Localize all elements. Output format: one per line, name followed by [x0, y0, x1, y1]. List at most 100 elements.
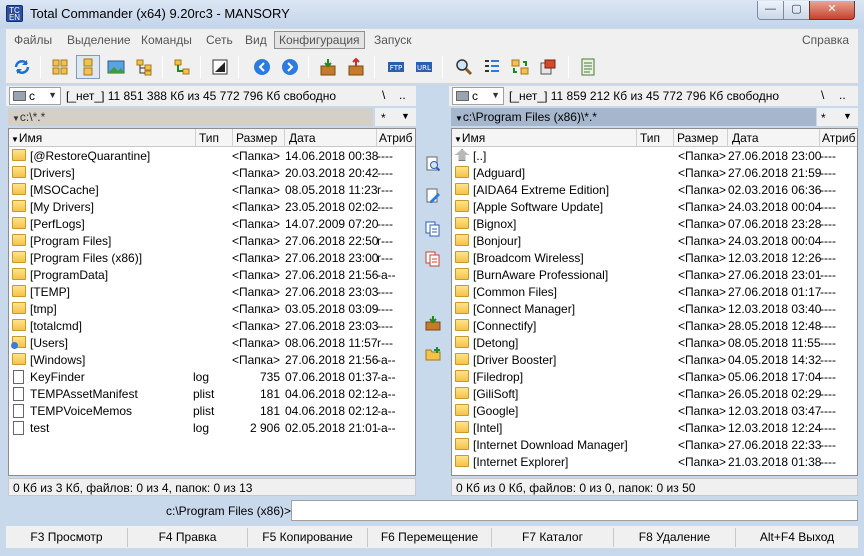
maximize-button[interactable]: ▢ [783, 1, 810, 20]
url-icon[interactable]: URL [412, 55, 436, 79]
multi-rename-icon[interactable] [480, 55, 504, 79]
col-attr[interactable]: Атриб [379, 131, 413, 145]
left-up-button[interactable]: .. [399, 88, 406, 102]
table-row[interactable]: [@RestoreQuarantine] <Папка> 14.06.2018 00… [9, 148, 415, 165]
table-row[interactable]: [Broadcom Wireless] <Папка> 12.03.2018 12:… [452, 250, 857, 267]
table-row[interactable]: [Internet Explorer] <Папка> 21.03.2018 01:… [452, 454, 857, 471]
table-row[interactable]: [Common Files] <Папка> 27.06.2018 01:17 ---… [452, 284, 857, 301]
menu-start[interactable]: Запуск [374, 33, 412, 47]
table-row[interactable]: [totalcmd] <Папка> 27.06.2018 23:03 ---- [9, 318, 415, 335]
left-filter[interactable]: * ▼ [375, 108, 416, 126]
table-row[interactable]: [Detong] <Папка> 08.05.2018 11:55 ---- [452, 335, 857, 352]
table-row[interactable]: [AIDA64 Extreme Edition] <Папка> 02.03.201… [452, 182, 857, 199]
pack-files-icon[interactable] [424, 314, 442, 332]
table-row[interactable]: [Windows] <Папка> 27.06.2018 21:56 -a-- [9, 352, 415, 369]
f5-copy-button[interactable]: F5 Копирование [248, 528, 368, 547]
col-size[interactable]: Размер [236, 131, 277, 145]
table-row[interactable]: TEMPVoiceMemos plist 181 04.06.2018 02:12 -a… [9, 403, 415, 420]
table-row[interactable]: [Bonjour] <Папка> 24.03.2018 00:04 ---- [452, 233, 857, 250]
table-row[interactable]: [TEMP] <Папка> 27.06.2018 23:03 ---- [9, 284, 415, 301]
copy-names-icon[interactable] [536, 55, 560, 79]
menu-configuration[interactable]: Конфигурация [274, 31, 365, 49]
menu-selection[interactable]: Выделение [67, 33, 131, 47]
table-row[interactable]: [..] <Папка> 27.06.2018 23:00 ---- [452, 148, 857, 165]
table-row[interactable]: [Filedrop] <Папка> 05.06.2018 17:04 ---- [452, 369, 857, 386]
back-icon[interactable] [250, 55, 274, 79]
f8-delete-button[interactable]: F8 Удаление [614, 528, 736, 547]
table-row[interactable]: [ProgramData] <Папка> 27.06.2018 21:56 -a-- [9, 267, 415, 284]
move-file-icon[interactable] [424, 250, 442, 268]
right-file-panel[interactable]: ▼Имя Тип Размер Дата Атриб [..] <Папка> 27… [451, 128, 858, 476]
table-row[interactable]: [Bignox] <Папка> 07.06.2018 23:28 ---- [452, 216, 857, 233]
ftp-icon[interactable]: FTP [384, 55, 408, 79]
f4-edit-button[interactable]: F4 Правка [128, 528, 248, 547]
right-up-button[interactable]: .. [839, 88, 846, 102]
sync-dirs-icon[interactable] [508, 55, 532, 79]
table-row[interactable]: [tmp] <Папка> 03.05.2018 03:09 ---- [9, 301, 415, 318]
table-row[interactable]: [Internet Download Manager] <Папка> 27.06.… [452, 437, 857, 454]
f3-view-button[interactable]: F3 Просмотр [6, 528, 128, 547]
table-row[interactable]: test log 2 906 02.05.2018 21:01 -a-- [9, 420, 415, 437]
new-folder-icon[interactable] [424, 345, 442, 363]
menu-view[interactable]: Вид [245, 33, 267, 47]
command-line-input[interactable] [291, 500, 858, 521]
left-path-bar[interactable]: ▼c:\*.* [8, 108, 373, 126]
brief-view-icon[interactable] [48, 55, 72, 79]
menu-files[interactable]: Файлы [14, 33, 52, 47]
copy-file-icon[interactable] [424, 220, 442, 238]
table-row[interactable]: [Adguard] <Папка> 27.06.2018 21:59 ---- [452, 165, 857, 182]
notepad-icon[interactable] [576, 55, 600, 79]
right-root-button[interactable]: \ [821, 88, 824, 102]
table-row[interactable]: [GiliSoft] <Папка> 26.05.2018 02:29 ---- [452, 386, 857, 403]
table-row[interactable]: [Connectify] <Папка> 28.05.2018 12:48 ---- [452, 318, 857, 335]
col-size[interactable]: Размер [677, 131, 718, 145]
left-drive-select[interactable]: c ▼ [9, 87, 61, 105]
view-file-icon[interactable] [424, 155, 442, 173]
table-row[interactable]: [Drivers] <Папка> 20.03.2018 20:42 ---- [9, 165, 415, 182]
minimize-button[interactable]: — [757, 1, 784, 20]
unpack-icon[interactable] [344, 55, 368, 79]
table-row[interactable]: [Program Files] <Папка> 27.06.2018 22:50 r-… [9, 233, 415, 250]
menu-help[interactable]: Справка [802, 33, 849, 47]
table-row[interactable]: [MSOCache] <Папка> 08.05.2018 11:23 r--- [9, 182, 415, 199]
left-file-panel[interactable]: ▼Имя Тип Размер Дата Атриб [@RestoreQuar… [8, 128, 416, 476]
table-row[interactable]: [Apple Software Update] <Папка> 24.03.2018… [452, 199, 857, 216]
invert-selection-icon[interactable] [208, 55, 232, 79]
col-date[interactable]: Дата [732, 131, 759, 145]
table-row[interactable]: [PerfLogs] <Папка> 14.07.2009 07:20 ---- [9, 216, 415, 233]
table-row[interactable]: [Google] <Папка> 12.03.2018 03:47 ---- [452, 403, 857, 420]
col-date[interactable]: Дата [289, 131, 316, 145]
col-type[interactable]: Тип [199, 131, 219, 145]
search-icon[interactable] [452, 55, 476, 79]
table-row[interactable]: [BurnAware Professional] <Папка> 27.06.201… [452, 267, 857, 284]
table-row[interactable]: [Connect Manager] <Папка> 12.03.2018 03:40… [452, 301, 857, 318]
menu-network[interactable]: Сеть [206, 33, 233, 47]
table-row[interactable]: TEMPAssetManifest plist 181 04.06.2018 02:1… [9, 386, 415, 403]
col-name[interactable]: ▼Имя [11, 131, 42, 145]
f7-mkdir-button[interactable]: F7 Каталог [492, 528, 614, 547]
col-attr[interactable]: Атриб [822, 131, 856, 145]
table-row[interactable]: KeyFinder log 735 07.06.2018 01:37 -a-- [9, 369, 415, 386]
refresh-icon[interactable] [10, 55, 34, 79]
table-row[interactable]: [My Drivers] <Папка> 23.05.2018 02:02 ---- [9, 199, 415, 216]
right-filter[interactable]: * ▼ [817, 108, 858, 126]
left-root-button[interactable]: \ [382, 88, 385, 102]
tree-sync-icon[interactable] [170, 55, 194, 79]
table-row[interactable]: [Program Files (x86)] <Папка> 27.06.2018 2… [9, 250, 415, 267]
col-type[interactable]: Тип [640, 131, 660, 145]
table-row[interactable]: [Users] <Папка> 08.06.2018 11:57 r--- [9, 335, 415, 352]
table-row[interactable]: [Intel] <Папка> 12.03.2018 12:24 ---- [452, 420, 857, 437]
close-button[interactable]: ✕ [809, 1, 855, 20]
tree-view-icon[interactable] [132, 55, 156, 79]
f6-move-button[interactable]: F6 Перемещение [368, 528, 492, 547]
right-path-bar[interactable]: ▼c:\Program Files (x86)\*.* [451, 108, 816, 126]
full-view-icon[interactable] [76, 55, 100, 79]
pack-icon[interactable] [316, 55, 340, 79]
right-drive-select[interactable]: c ▼ [452, 87, 504, 105]
thumbnails-view-icon[interactable] [104, 55, 128, 79]
forward-icon[interactable] [278, 55, 302, 79]
edit-file-icon[interactable] [424, 187, 442, 205]
table-row[interactable]: [Driver Booster] <Папка> 04.05.2018 14:32-… [452, 352, 857, 369]
menu-commands[interactable]: Команды [141, 33, 192, 47]
col-name[interactable]: ▼Имя [454, 131, 485, 145]
